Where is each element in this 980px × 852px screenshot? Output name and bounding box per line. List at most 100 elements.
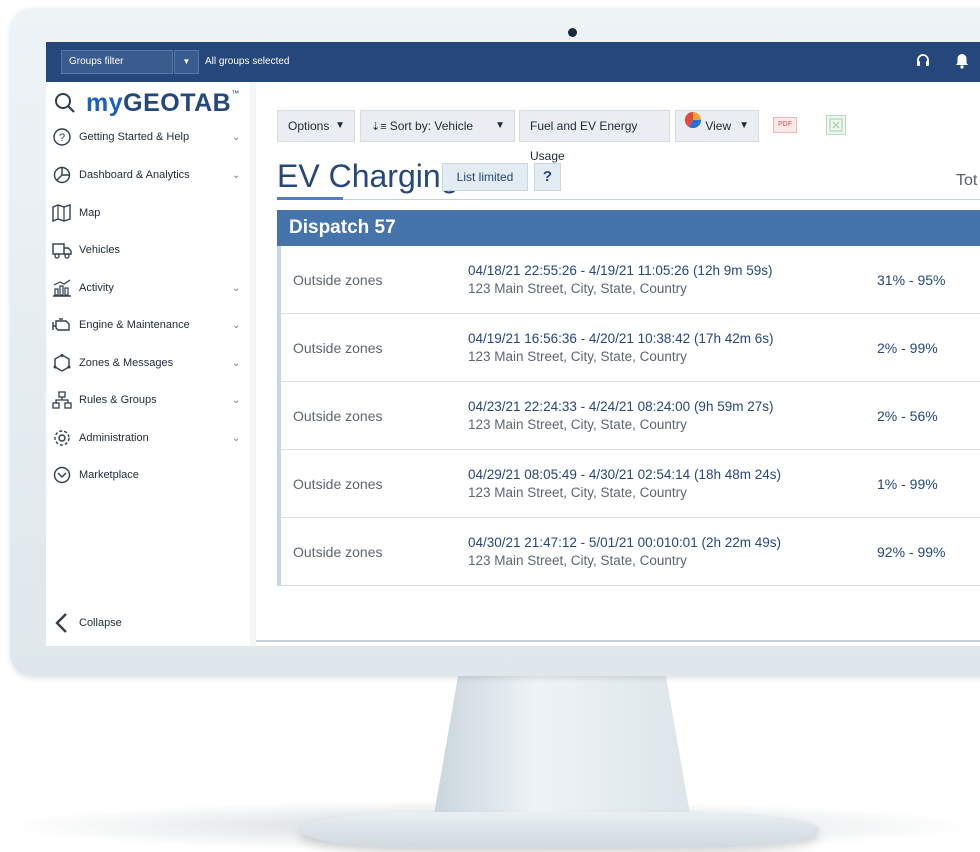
table-row[interactable]: Outside zones 04/18/21 22:55:26 - 4/19/2… bbox=[277, 246, 980, 314]
caret-down-icon: ▼ bbox=[739, 120, 749, 131]
logo-trademark: ™ bbox=[231, 88, 240, 98]
state-of-charge-cell: 2% - 56% bbox=[877, 408, 938, 424]
fuel-ev-energy-usage-button[interactable]: Fuel and EV Energy Usage bbox=[519, 110, 670, 163]
chevron-down-icon[interactable]: ⌄ bbox=[232, 358, 240, 369]
sidebar-item-rules-groups[interactable]: Rules & Groups ⌄ bbox=[46, 385, 250, 415]
list-limited-button[interactable]: List limited bbox=[442, 163, 528, 191]
sidebar-item-vehicles[interactable]: Vehicles bbox=[46, 235, 250, 265]
address-cell: 123 Main Street, City, State, Country bbox=[468, 281, 687, 296]
caret-down-icon: ▼ bbox=[335, 120, 345, 131]
excel-export-icon[interactable] bbox=[826, 115, 846, 135]
zone-cell: Outside zones bbox=[293, 476, 383, 492]
pdf-label: PDF bbox=[778, 121, 792, 128]
question-circle-icon: ? bbox=[52, 127, 72, 147]
chevron-down-icon[interactable]: ⌄ bbox=[232, 132, 240, 143]
sidebar-item-label: Vehicles bbox=[79, 244, 120, 256]
sort-icon: ⇣≡ bbox=[371, 121, 390, 133]
groups-filter-dropdown-icon[interactable]: ▼ bbox=[174, 50, 199, 74]
time-range-link[interactable]: 04/18/21 22:55:26 - 4/19/21 11:05:26 (12… bbox=[468, 263, 772, 278]
sidebar-item-label: Marketplace bbox=[79, 469, 139, 481]
charging-list: Outside zones 04/18/21 22:55:26 - 4/19/2… bbox=[277, 246, 980, 586]
time-range-link[interactable]: 04/19/21 16:56:36 - 4/20/21 10:38:42 (17… bbox=[468, 331, 773, 346]
sidebar-item-dashboard[interactable]: Dashboard & Analytics ⌄ bbox=[46, 160, 250, 190]
zone-cell: Outside zones bbox=[293, 408, 383, 424]
monitor-stand-neck bbox=[432, 676, 692, 826]
bell-icon[interactable] bbox=[954, 52, 970, 75]
headset-icon[interactable] bbox=[915, 52, 931, 75]
marketplace-icon bbox=[52, 465, 72, 485]
monitor-camera bbox=[568, 28, 577, 37]
activity-chart-icon bbox=[52, 278, 72, 298]
sidebar-item-label: Dashboard & Analytics bbox=[79, 169, 190, 181]
table-row[interactable]: Outside zones 04/23/21 22:24:33 - 4/24/2… bbox=[277, 382, 980, 450]
help-button[interactable]: ? bbox=[534, 163, 561, 191]
table-row[interactable]: Outside zones 04/30/21 21:47:12 - 5/01/2… bbox=[277, 518, 980, 586]
mygeotab-logo[interactable]: myGEOTAB™ bbox=[86, 89, 240, 118]
table-row[interactable]: Outside zones 04/19/21 16:56:36 - 4/20/2… bbox=[277, 314, 980, 382]
sidebar-item-label: Zones & Messages bbox=[79, 357, 174, 369]
options-button[interactable]: Options ▼ bbox=[277, 110, 355, 142]
logo-my: my bbox=[86, 88, 124, 117]
chevron-left-icon bbox=[54, 612, 70, 638]
groups-filter-button[interactable]: Groups filter bbox=[61, 50, 173, 74]
pdf-export-icon[interactable]: PDF bbox=[773, 117, 797, 133]
sidebar-item-label: Getting Started & Help bbox=[79, 131, 190, 143]
table-row[interactable]: Outside zones 04/29/21 08:05:49 - 4/30/2… bbox=[277, 450, 980, 518]
caret-down-icon[interactable]: ▼ bbox=[495, 111, 505, 141]
sidebar-item-marketplace[interactable]: Marketplace bbox=[46, 460, 250, 490]
state-of-charge-cell: 92% - 99% bbox=[877, 544, 946, 560]
address-cell: 123 Main Street, City, State, Country bbox=[468, 349, 687, 364]
main-content: Options ▼ ⇣≡ Sort by: Vehicle ▼ Fuel and… bbox=[256, 82, 980, 646]
engine-icon bbox=[52, 315, 72, 335]
sidebar-item-engine-maintenance[interactable]: Engine & Maintenance ⌄ bbox=[46, 310, 250, 340]
time-range-link[interactable]: 04/23/21 22:24:33 - 4/24/21 08:24:00 (9h… bbox=[468, 399, 773, 414]
sidebar-item-getting-started[interactable]: ? Getting Started & Help ⌄ bbox=[46, 122, 250, 152]
sidebar-item-label: Rules & Groups bbox=[79, 394, 157, 406]
address-cell: 123 Main Street, City, State, Country bbox=[468, 553, 687, 568]
pie-chart-icon bbox=[52, 165, 72, 185]
sidebar-item-label: Engine & Maintenance bbox=[79, 319, 190, 331]
content-bottom-divider bbox=[256, 640, 980, 642]
top-bar: Groups filter ▼ All groups selected bbox=[46, 42, 980, 82]
zone-cell: Outside zones bbox=[293, 544, 383, 560]
sidebar: myGEOTAB™ ? Getting Started & Help ⌄ Das… bbox=[46, 82, 250, 646]
address-cell: 123 Main Street, City, State, Country bbox=[468, 485, 687, 500]
state-of-charge-cell: 1% - 99% bbox=[877, 476, 938, 492]
monitor-stand-base bbox=[300, 812, 820, 848]
sidebar-item-map[interactable]: Map bbox=[46, 198, 250, 228]
collapse-label: Collapse bbox=[79, 617, 122, 629]
collapse-button[interactable]: Collapse bbox=[46, 610, 250, 638]
svg-text:?: ? bbox=[59, 132, 65, 144]
app-screen: Groups filter ▼ All groups selected myGE… bbox=[46, 42, 980, 646]
sidebar-item-zones-messages[interactable]: Zones & Messages ⌄ bbox=[46, 348, 250, 378]
logo-geotab: GEOTAB bbox=[123, 88, 232, 117]
sidebar-item-label: Activity bbox=[79, 282, 114, 294]
map-icon bbox=[52, 203, 72, 223]
report-label: Fuel and EV Energy Usage bbox=[530, 119, 638, 163]
time-range-link[interactable]: 04/29/21 08:05:49 - 4/30/21 02:54:14 (18… bbox=[468, 467, 781, 482]
gear-icon bbox=[52, 428, 72, 448]
chevron-down-icon[interactable]: ⌄ bbox=[232, 320, 240, 331]
zone-cell: Outside zones bbox=[293, 340, 383, 356]
sidebar-item-label: Map bbox=[79, 207, 101, 219]
truck-icon bbox=[52, 240, 72, 260]
chevron-down-icon[interactable]: ⌄ bbox=[232, 395, 240, 406]
search-icon[interactable] bbox=[54, 92, 76, 114]
chevron-down-icon[interactable]: ⌄ bbox=[232, 283, 240, 294]
sidebar-item-administration[interactable]: Administration ⌄ bbox=[46, 423, 250, 453]
chevron-down-icon[interactable]: ⌄ bbox=[232, 433, 240, 444]
title-underline bbox=[277, 197, 343, 200]
zones-icon bbox=[52, 353, 72, 373]
zone-cell: Outside zones bbox=[293, 272, 383, 288]
view-button[interactable]: View ▼ bbox=[675, 110, 759, 142]
sidebar-item-label: Administration bbox=[79, 432, 149, 444]
group-header[interactable]: Dispatch 57 bbox=[277, 210, 980, 246]
state-of-charge-cell: 31% - 95% bbox=[877, 272, 946, 288]
time-range-link[interactable]: 04/30/21 21:47:12 - 5/01/21 00:010:01 (2… bbox=[468, 535, 781, 550]
hierarchy-icon bbox=[52, 390, 72, 410]
sidebar-item-activity[interactable]: Activity ⌄ bbox=[46, 273, 250, 303]
sort-label: Sort by: Vehicle bbox=[389, 119, 474, 133]
sort-button[interactable]: ⇣≡ Sort by: Vehicle ▼ bbox=[360, 110, 515, 142]
title-divider bbox=[277, 199, 980, 200]
chevron-down-icon[interactable]: ⌄ bbox=[232, 170, 240, 181]
